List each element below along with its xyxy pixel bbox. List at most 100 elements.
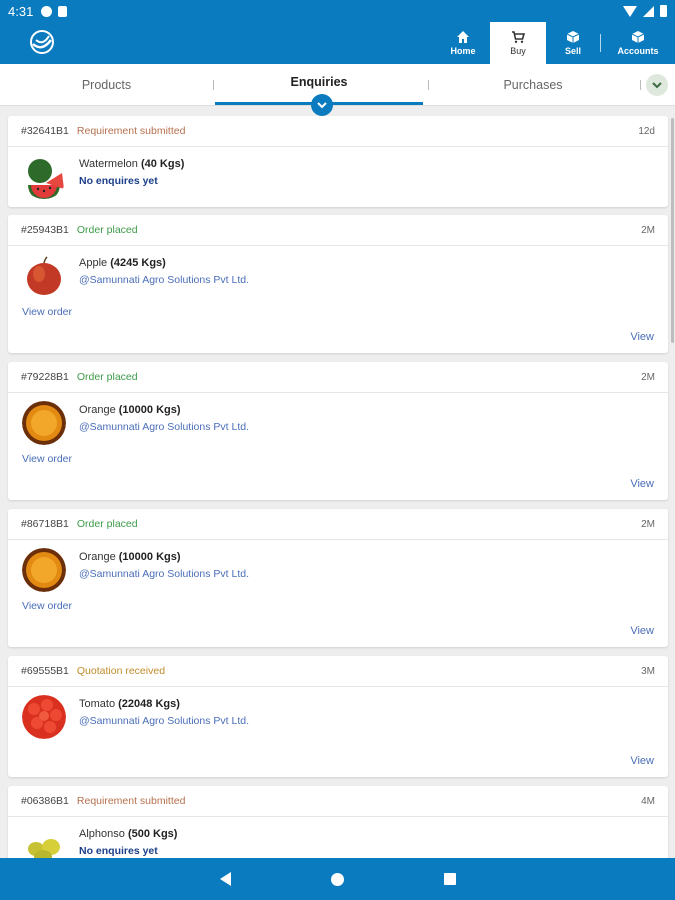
apple-icon <box>22 254 66 298</box>
enquiry-card[interactable]: #06386B1 Requirement submitted 4M Alphon… <box>8 786 668 858</box>
product-title: Tomato <box>79 698 116 710</box>
nav-label: Sell <box>564 46 581 56</box>
status-label: Order placed <box>76 371 138 383</box>
age-label: 2M <box>641 518 655 530</box>
notification-icon <box>41 5 53 17</box>
view-link[interactable]: View <box>630 755 654 767</box>
age-label: 3M <box>641 665 655 677</box>
view-link[interactable]: View <box>630 478 654 490</box>
enquiry-card[interactable]: #25943B1 Order placed 2M Apple (4245 Kgs… <box>8 215 668 353</box>
status-label: Quotation received <box>76 665 166 677</box>
more-tabs-button[interactable] <box>646 74 668 96</box>
mango-icon <box>22 825 66 858</box>
card-header: #06386B1 Requirement submitted 4M <box>8 786 668 817</box>
product-row: Watermelon (40 Kgs) No enquires yet <box>8 147 668 207</box>
enquiry-card[interactable]: #86718B1 Order placed 2M Orange (10000 K… <box>8 509 668 647</box>
seller-link[interactable]: @Samunnati Agro Solutions Pvt Ltd. <box>79 715 249 727</box>
product-row: Orange (10000 Kgs) @Samunnati Agro Solut… <box>8 393 668 453</box>
no-enquiries-text: No enquires yet <box>79 175 158 187</box>
product-title: Orange <box>79 551 116 563</box>
no-enquiries-text: No enquires yet <box>79 845 158 857</box>
view-order-link[interactable]: View order <box>22 600 72 612</box>
nav-home[interactable]: Home <box>436 22 490 64</box>
status-label: Order placed <box>76 518 138 530</box>
home-circle-icon[interactable] <box>331 873 344 886</box>
product-qty: (22048 Kgs) <box>118 698 180 710</box>
product-name: Apple (4245 Kgs) <box>79 257 166 269</box>
back-icon[interactable] <box>220 872 231 886</box>
orange-icon <box>22 548 66 592</box>
cart-icon <box>512 31 525 43</box>
tab-products[interactable]: Products <box>0 64 213 106</box>
card-header: #25943B1 Order placed 2M <box>8 215 668 246</box>
nav-buy[interactable]: Buy <box>490 22 546 64</box>
box-icon <box>631 31 645 43</box>
system-nav-bar <box>0 858 675 900</box>
card-header: #86718B1 Order placed 2M <box>8 509 668 540</box>
product-name: Watermelon (40 Kgs) <box>79 158 184 170</box>
age-label: 12d <box>638 125 655 137</box>
sd-card-icon <box>58 5 68 17</box>
seller-link[interactable]: @Samunnati Agro Solutions Pvt Ltd. <box>79 421 249 433</box>
enquiry-card[interactable]: #69555B1 Quotation received 3M Tomato (2… <box>8 656 668 777</box>
status-label: Requirement submitted <box>76 125 186 137</box>
age-label: 2M <box>641 371 655 383</box>
status-label: Requirement submitted <box>76 795 186 807</box>
product-qty: (500 Kgs) <box>127 828 178 840</box>
product-row: Apple (4245 Kgs) @Samunnati Agro Solutio… <box>8 246 668 306</box>
order-id: #69555B1 <box>21 665 69 677</box>
tab-divider <box>640 80 641 90</box>
nav-accounts[interactable]: Accounts <box>601 22 675 64</box>
product-qty: (40 Kgs) <box>140 158 185 170</box>
age-label: 4M <box>641 795 655 807</box>
status-bar: 4:31 <box>0 0 675 22</box>
age-label: 2M <box>641 224 655 236</box>
battery-icon <box>660 5 667 17</box>
order-id: #32641B1 <box>21 125 69 137</box>
nav-label: Accounts <box>617 46 659 56</box>
view-order-link[interactable]: View order <box>22 453 72 465</box>
nav-label: Home <box>450 46 476 56</box>
seller-link[interactable]: @Samunnati Agro Solutions Pvt Ltd. <box>79 274 249 286</box>
product-row: Orange (10000 Kgs) @Samunnati Agro Solut… <box>8 540 668 600</box>
app-logo-icon[interactable] <box>28 28 56 56</box>
enquiry-card[interactable]: #32641B1 Requirement submitted 12d Water… <box>8 116 668 207</box>
nav-sell[interactable]: Sell <box>546 22 600 64</box>
order-id: #79228B1 <box>21 371 69 383</box>
order-id: #86718B1 <box>21 518 69 530</box>
product-qty: (4245 Kgs) <box>110 257 166 269</box>
signal-icon <box>643 5 654 17</box>
product-name: Alphonso (500 Kgs) <box>79 828 177 840</box>
nav-label: Buy <box>510 46 526 56</box>
product-title: Alphonso <box>79 828 125 840</box>
view-link[interactable]: View <box>630 331 654 343</box>
orange-icon <box>22 401 66 445</box>
tab-divider <box>213 80 214 90</box>
product-row: Tomato (22048 Kgs) @Samunnati Agro Solut… <box>8 687 668 747</box>
product-name: Tomato (22048 Kgs) <box>79 698 180 710</box>
watermelon-icon <box>22 155 66 199</box>
card-header: #32641B1 Requirement submitted 12d <box>8 116 668 147</box>
seller-link[interactable]: @Samunnati Agro Solutions Pvt Ltd. <box>79 568 249 580</box>
view-order-link[interactable]: View order <box>22 306 72 318</box>
scrollbar[interactable] <box>671 118 674 343</box>
order-id: #25943B1 <box>21 224 69 236</box>
enquiry-card[interactable]: #79228B1 Order placed 2M Orange (10000 K… <box>8 362 668 500</box>
product-qty: (10000 Kgs) <box>118 404 181 416</box>
home-icon <box>457 31 469 43</box>
box-icon <box>566 31 580 43</box>
tab-purchases[interactable]: Purchases <box>430 64 636 106</box>
product-name: Orange (10000 Kgs) <box>79 404 181 416</box>
product-title: Apple <box>79 257 108 269</box>
tomato-icon <box>22 695 66 739</box>
product-row: Alphonso (500 Kgs) No enquires yet <box>8 817 668 858</box>
product-title: Watermelon <box>79 158 138 170</box>
enquiries-list[interactable]: #32641B1 Requirement submitted 12d Water… <box>0 106 675 858</box>
recents-icon[interactable] <box>444 873 456 885</box>
view-link[interactable]: View <box>630 625 654 637</box>
product-title: Orange <box>79 404 116 416</box>
card-header: #69555B1 Quotation received 3M <box>8 656 668 687</box>
main-nav: Home Buy Sell Accounts <box>436 22 675 64</box>
status-time: 4:31 <box>8 3 34 19</box>
product-name: Orange (10000 Kgs) <box>79 551 181 563</box>
